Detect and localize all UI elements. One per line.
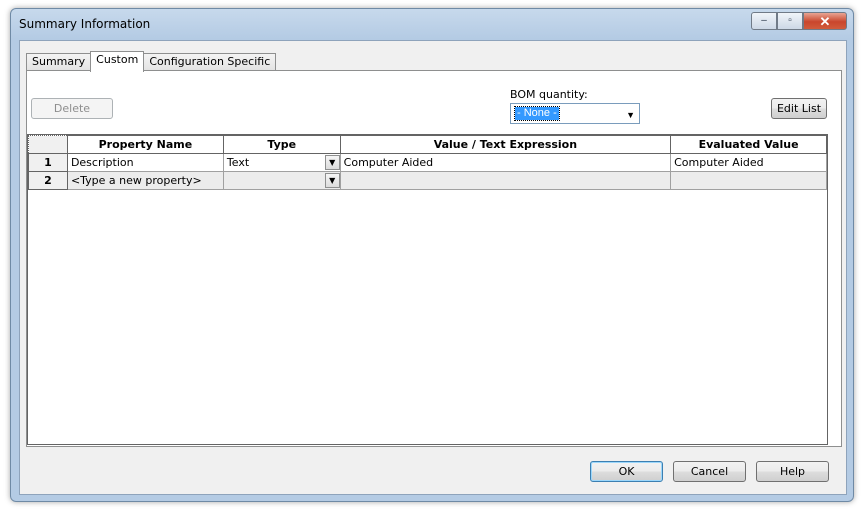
table-row: 1 Description Text ▼ Computer Aided Comp… bbox=[28, 153, 827, 172]
bom-quantity-select[interactable]: - None - ▼ bbox=[510, 103, 640, 124]
type-cell[interactable]: Text ▼ bbox=[222, 153, 341, 172]
tab-configuration-specific[interactable]: Configuration Specific bbox=[143, 53, 277, 71]
close-button[interactable]: ✕ bbox=[803, 12, 847, 30]
help-button[interactable]: Help bbox=[756, 461, 829, 482]
value-cell[interactable] bbox=[339, 171, 672, 190]
edit-list-button[interactable]: Edit List bbox=[771, 98, 827, 119]
tab-summary[interactable]: Summary bbox=[26, 53, 92, 71]
properties-table: Property Name Type Value / Text Expressi… bbox=[28, 135, 827, 190]
custom-tab-panel: Delete BOM quantity: - None - ▼ Edit Lis… bbox=[26, 70, 842, 447]
type-dropdown-button[interactable]: ▼ bbox=[324, 155, 340, 170]
property-name-cell[interactable]: Description bbox=[66, 153, 224, 172]
cancel-button[interactable]: Cancel bbox=[673, 461, 746, 482]
property-name-cell[interactable]: <Type a new property> bbox=[66, 171, 224, 190]
summary-information-dialog: Summary Information – ▫ ✕ Summary Custom… bbox=[10, 8, 854, 502]
column-header-value[interactable]: Value / Text Expression bbox=[339, 135, 672, 154]
tab-strip: Summary Custom Configuration Specific bbox=[26, 51, 277, 72]
tab-custom[interactable]: Custom bbox=[90, 51, 145, 72]
row-number[interactable]: 2 bbox=[28, 171, 68, 190]
dialog-body: Summary Custom Configuration Specific De… bbox=[19, 40, 847, 495]
column-header-type[interactable]: Type bbox=[222, 135, 341, 154]
window-controls: – ▫ ✕ bbox=[751, 12, 847, 30]
evaluated-value-cell bbox=[670, 171, 827, 190]
header-row: Property Name Type Value / Text Expressi… bbox=[28, 135, 827, 154]
type-dropdown-button[interactable]: ▼ bbox=[324, 173, 340, 188]
row-number[interactable]: 1 bbox=[28, 153, 68, 172]
table-row: 2 <Type a new property> ▼ bbox=[28, 171, 827, 190]
dropdown-arrow-icon: ▼ bbox=[329, 158, 336, 167]
properties-grid: Property Name Type Value / Text Expressi… bbox=[27, 134, 828, 445]
column-header-evaluated-value[interactable]: Evaluated Value bbox=[670, 135, 827, 154]
value-cell[interactable]: Computer Aided bbox=[339, 153, 672, 172]
maximize-button[interactable]: ▫ bbox=[777, 12, 803, 30]
bom-quantity-value: - None - bbox=[514, 106, 560, 121]
minimize-button[interactable]: – bbox=[751, 12, 777, 30]
bom-quantity-label: BOM quantity: bbox=[510, 88, 588, 101]
title-bar[interactable]: Summary Information – ▫ ✕ bbox=[11, 9, 853, 41]
type-cell[interactable]: ▼ bbox=[222, 171, 341, 190]
delete-button[interactable]: Delete bbox=[31, 98, 113, 119]
type-value: Text bbox=[226, 156, 250, 169]
dropdown-arrow-icon: ▼ bbox=[329, 176, 336, 185]
select-all-corner[interactable] bbox=[28, 135, 68, 154]
ok-button[interactable]: OK bbox=[590, 461, 663, 482]
dropdown-arrow-icon: ▼ bbox=[626, 110, 635, 120]
window-title: Summary Information bbox=[19, 17, 151, 31]
evaluated-value-cell: Computer Aided bbox=[670, 153, 827, 172]
column-header-property-name[interactable]: Property Name bbox=[66, 135, 224, 154]
